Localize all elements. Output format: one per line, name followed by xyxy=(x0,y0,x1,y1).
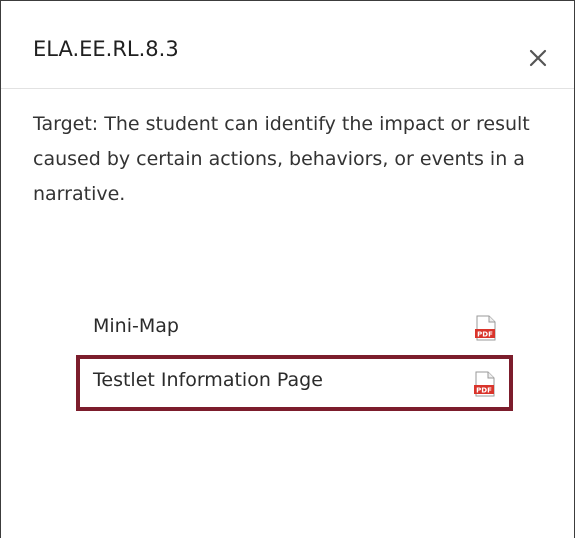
dialog-title: ELA.EE.RL.8.3 xyxy=(33,37,179,61)
svg-text:PDF: PDF xyxy=(476,387,492,395)
close-button[interactable] xyxy=(527,47,549,69)
svg-text:PDF: PDF xyxy=(477,331,493,339)
document-link-testlet-information-page[interactable]: Testlet Information Page PDF xyxy=(76,355,513,411)
document-link-mini-map[interactable]: Mini-Map PDF xyxy=(81,307,509,351)
pdf-icon[interactable]: PDF xyxy=(475,315,497,341)
dialog-header: ELA.EE.RL.8.3 xyxy=(1,1,574,89)
document-label[interactable]: Testlet Information Page xyxy=(93,369,323,391)
document-label[interactable]: Mini-Map xyxy=(93,315,179,337)
close-icon[interactable] xyxy=(527,47,549,69)
standard-detail-dialog: ELA.EE.RL.8.3 Target: The student can id… xyxy=(0,0,575,538)
target-description: Target: The student can identify the imp… xyxy=(33,113,530,205)
pdf-icon[interactable]: PDF xyxy=(474,371,496,397)
